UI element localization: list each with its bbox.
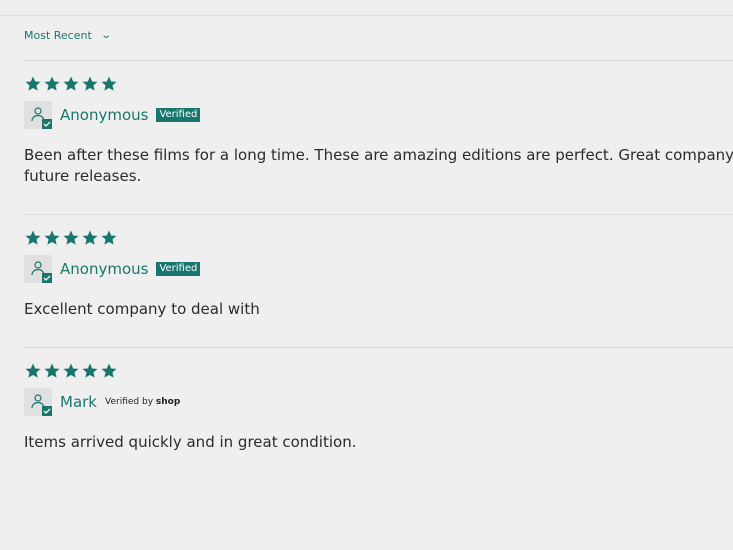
star-icon — [81, 75, 99, 93]
star-rating — [24, 75, 733, 93]
star-rating — [24, 362, 733, 380]
review-author: Anonymous — [60, 106, 149, 124]
review-divider — [24, 347, 733, 348]
star-icon — [24, 229, 42, 247]
review-body-line: Been after these films for a long time. … — [24, 146, 733, 164]
review-author-row: Anonymous Verified — [24, 255, 733, 283]
verified-badge: Verified — [156, 262, 201, 276]
review-author-row: Anonymous Verified — [24, 101, 733, 129]
review-body: Excellent company to deal with — [24, 299, 733, 320]
review-body-line: Items arrived quickly and in great condi… — [24, 433, 357, 451]
star-icon — [62, 75, 80, 93]
review-body: Items arrived quickly and in great condi… — [24, 432, 733, 453]
star-icon — [62, 229, 80, 247]
badge-brand: shop — [155, 397, 181, 407]
star-icon — [81, 229, 99, 247]
star-icon — [43, 362, 61, 380]
sort-label: Most Recent — [24, 29, 92, 42]
review-item: Anonymous Verified Excellent company to … — [24, 229, 733, 320]
star-icon — [81, 362, 99, 380]
star-icon — [43, 229, 61, 247]
review-divider — [24, 214, 733, 215]
star-icon — [100, 75, 118, 93]
avatar — [24, 388, 52, 416]
verified-badge: Verified — [156, 108, 201, 122]
check-icon — [42, 119, 52, 129]
review-body-line: Excellent company to deal with — [24, 300, 260, 318]
sort-divider — [24, 60, 733, 61]
avatar — [24, 101, 52, 129]
top-divider — [0, 15, 733, 16]
check-icon — [42, 406, 52, 416]
star-icon — [62, 362, 80, 380]
verified-by-shop-badge: Verified by shop — [105, 397, 180, 407]
star-icon — [100, 229, 118, 247]
review-author-row: Mark Verified by shop — [24, 388, 733, 416]
star-icon — [24, 75, 42, 93]
avatar — [24, 255, 52, 283]
review-author: Mark — [60, 393, 97, 411]
review-body: Been after these films for a long time. … — [24, 145, 733, 187]
star-icon — [24, 362, 42, 380]
star-rating — [24, 229, 733, 247]
review-body-line: future releases. — [24, 167, 142, 185]
badge-prefix: Verified by — [105, 397, 154, 407]
review-author: Anonymous — [60, 260, 149, 278]
review-item: Mark Verified by shop Items arrived quic… — [24, 362, 733, 453]
star-icon — [43, 75, 61, 93]
sort-dropdown[interactable]: Most Recent ⌄ — [24, 29, 112, 42]
review-item: Anonymous Verified Been after these film… — [24, 75, 733, 187]
star-icon — [100, 362, 118, 380]
check-icon — [42, 273, 52, 283]
chevron-down-icon: ⌄ — [100, 30, 112, 41]
